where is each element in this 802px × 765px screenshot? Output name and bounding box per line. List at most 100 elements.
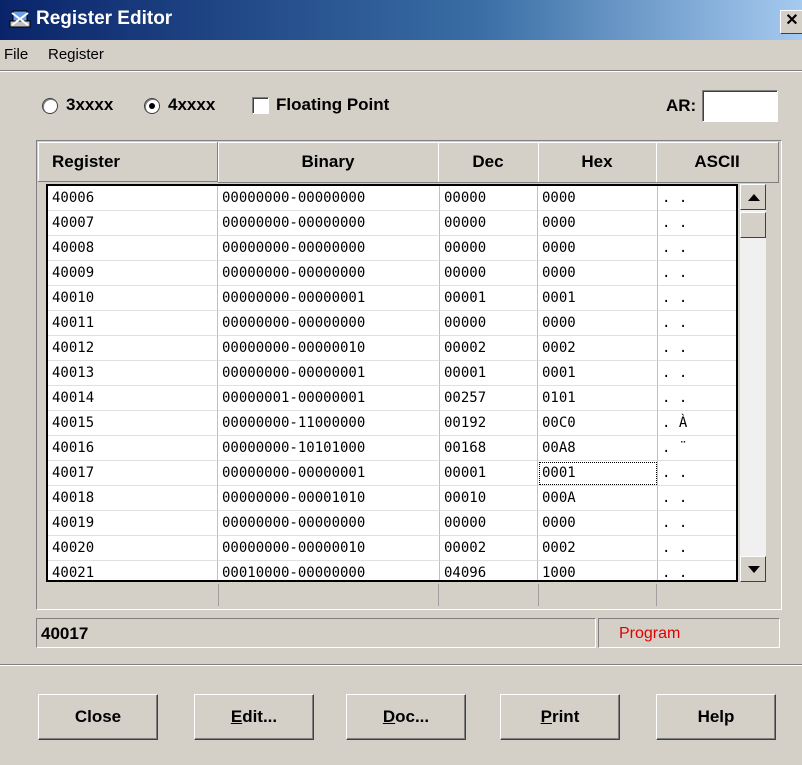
cell-dec[interactable]: 04096 xyxy=(440,561,538,580)
cell-reg[interactable]: 40019 xyxy=(48,511,218,536)
cell-ascii[interactable]: . . xyxy=(658,211,736,236)
cell-bin[interactable]: 00000000-00000000 xyxy=(218,186,440,211)
cell-ascii[interactable]: . À xyxy=(658,411,736,436)
cell-ascii[interactable]: . . xyxy=(658,286,736,311)
table-row[interactable]: 40008 00000000-00000000 00000 0000. . xyxy=(48,236,736,261)
cell-hex[interactable]: 00A8 xyxy=(538,436,658,461)
cell-dec[interactable]: 00001 xyxy=(440,461,538,486)
table-row[interactable]: 40013 00000000-00000001 00001 0001. . xyxy=(48,361,736,386)
cell-reg[interactable]: 40006 xyxy=(48,186,218,211)
column-header-register[interactable]: Register xyxy=(38,142,218,182)
cell-ascii[interactable]: . . xyxy=(658,536,736,561)
cell-hex[interactable]: 0001 xyxy=(538,461,658,486)
cell-dec[interactable]: 00000 xyxy=(440,311,538,336)
cell-hex[interactable]: 0001 xyxy=(538,286,658,311)
cell-ascii[interactable]: . . xyxy=(658,486,736,511)
cell-dec[interactable]: 00001 xyxy=(440,286,538,311)
edit-button[interactable]: Edit... xyxy=(194,694,314,740)
cell-reg[interactable]: 40008 xyxy=(48,236,218,261)
radio-3xxxx[interactable] xyxy=(42,98,58,114)
column-header-hex[interactable]: Hex xyxy=(538,142,657,183)
cell-bin[interactable]: 00000000-00001010 xyxy=(218,486,440,511)
cell-bin[interactable]: 00000000-00000010 xyxy=(218,536,440,561)
cell-bin[interactable]: 00000000-00000001 xyxy=(218,286,440,311)
cell-reg[interactable]: 40016 xyxy=(48,436,218,461)
cell-hex[interactable]: 00C0 xyxy=(538,411,658,436)
cell-dec[interactable]: 00257 xyxy=(440,386,538,411)
help-button[interactable]: Help xyxy=(656,694,776,740)
cell-dec[interactable]: 00000 xyxy=(440,261,538,286)
doc-button[interactable]: Doc... xyxy=(346,694,466,740)
cell-ascii[interactable]: . . xyxy=(658,361,736,386)
scroll-thumb[interactable] xyxy=(740,212,766,238)
cell-reg[interactable]: 40007 xyxy=(48,211,218,236)
cell-bin[interactable]: 00000000-00000000 xyxy=(218,311,440,336)
cell-dec[interactable]: 00168 xyxy=(440,436,538,461)
cell-reg[interactable]: 40017 xyxy=(48,461,218,486)
menu-register[interactable]: Register xyxy=(48,46,104,63)
table-row[interactable]: 40015 00000000-11000000 00192 00C0. À xyxy=(48,411,736,436)
cell-bin[interactable]: 00000001-00000001 xyxy=(218,386,440,411)
table-row[interactable]: 40018 00000000-00001010 00010 000A. . xyxy=(48,486,736,511)
cell-bin[interactable]: 00000000-00000001 xyxy=(218,461,440,486)
vertical-scrollbar[interactable] xyxy=(740,184,766,582)
floating-point-checkbox[interactable] xyxy=(252,97,269,114)
cell-dec[interactable]: 00002 xyxy=(440,536,538,561)
cell-hex[interactable]: 0000 xyxy=(538,311,658,336)
cell-hex[interactable]: 0000 xyxy=(538,186,658,211)
register-list[interactable]: 40006 00000000-00000000 00000 0000. . 40007 0… xyxy=(46,184,738,582)
cell-dec[interactable]: 00000 xyxy=(440,186,538,211)
table-row[interactable]: 40016 00000000-10101000 00168 00A8. ¨ xyxy=(48,436,736,461)
close-window-button[interactable]: ✕ xyxy=(780,10,802,34)
ar-input[interactable] xyxy=(702,90,778,122)
cell-dec[interactable]: 00001 xyxy=(440,361,538,386)
cell-bin[interactable]: 00000000-11000000 xyxy=(218,411,440,436)
cell-reg[interactable]: 40020 xyxy=(48,536,218,561)
cell-ascii[interactable]: . . xyxy=(658,386,736,411)
cell-dec[interactable]: 00000 xyxy=(440,236,538,261)
cell-bin[interactable]: 00000000-00000000 xyxy=(218,261,440,286)
table-row[interactable]: 40006 00000000-00000000 00000 0000. . xyxy=(48,186,736,211)
cell-dec[interactable]: 00192 xyxy=(440,411,538,436)
cell-bin[interactable]: 00000000-00000001 xyxy=(218,361,440,386)
cell-reg[interactable]: 40011 xyxy=(48,311,218,336)
cell-ascii[interactable]: . . xyxy=(658,336,736,361)
cell-dec[interactable]: 00010 xyxy=(440,486,538,511)
cell-bin[interactable]: 00010000-00000000 xyxy=(218,561,440,580)
cell-reg[interactable]: 40014 xyxy=(48,386,218,411)
table-row[interactable]: 40012 00000000-00000010 00002 0002. . xyxy=(48,336,736,361)
table-row[interactable]: 40010 00000000-00000001 00001 0001. . xyxy=(48,286,736,311)
column-header-ascii[interactable]: ASCII xyxy=(656,142,779,183)
cell-hex[interactable]: 1000 xyxy=(538,561,658,580)
cell-hex[interactable]: 0000 xyxy=(538,211,658,236)
cell-hex[interactable]: 0000 xyxy=(538,511,658,536)
cell-reg[interactable]: 40012 xyxy=(48,336,218,361)
table-row[interactable]: 40020 00000000-00000010 00002 0002. . xyxy=(48,536,736,561)
table-row[interactable]: 40021 00010000-00000000 04096 1000. . xyxy=(48,561,736,580)
cell-dec[interactable]: 00000 xyxy=(440,211,538,236)
table-row[interactable]: 40014 00000001-00000001 00257 0101. . xyxy=(48,386,736,411)
cell-bin[interactable]: 00000000-00000000 xyxy=(218,211,440,236)
cell-hex[interactable]: 0002 xyxy=(538,336,658,361)
cell-bin[interactable]: 00000000-00000000 xyxy=(218,511,440,536)
cell-dec[interactable]: 00000 xyxy=(440,511,538,536)
cell-ascii[interactable]: . . xyxy=(658,511,736,536)
cell-reg[interactable]: 40009 xyxy=(48,261,218,286)
close-button[interactable]: Close xyxy=(38,694,158,740)
cell-bin[interactable]: 00000000-00000000 xyxy=(218,236,440,261)
table-row[interactable]: 40019 00000000-00000000 00000 0000. . xyxy=(48,511,736,536)
cell-hex[interactable]: 0000 xyxy=(538,261,658,286)
cell-bin[interactable]: 00000000-00000010 xyxy=(218,336,440,361)
cell-reg[interactable]: 40010 xyxy=(48,286,218,311)
cell-hex[interactable]: 0000 xyxy=(538,236,658,261)
cell-reg[interactable]: 40021 xyxy=(48,561,218,580)
menu-file[interactable]: File xyxy=(4,46,28,63)
scroll-up-button[interactable] xyxy=(740,184,766,210)
cell-ascii[interactable]: . . xyxy=(658,261,736,286)
cell-bin[interactable]: 00000000-10101000 xyxy=(218,436,440,461)
scroll-down-button[interactable] xyxy=(740,556,766,582)
cell-hex[interactable]: 0101 xyxy=(538,386,658,411)
cell-ascii[interactable]: . . xyxy=(658,561,736,580)
cell-ascii[interactable]: . . xyxy=(658,311,736,336)
radio-4xxxx[interactable] xyxy=(144,98,160,114)
